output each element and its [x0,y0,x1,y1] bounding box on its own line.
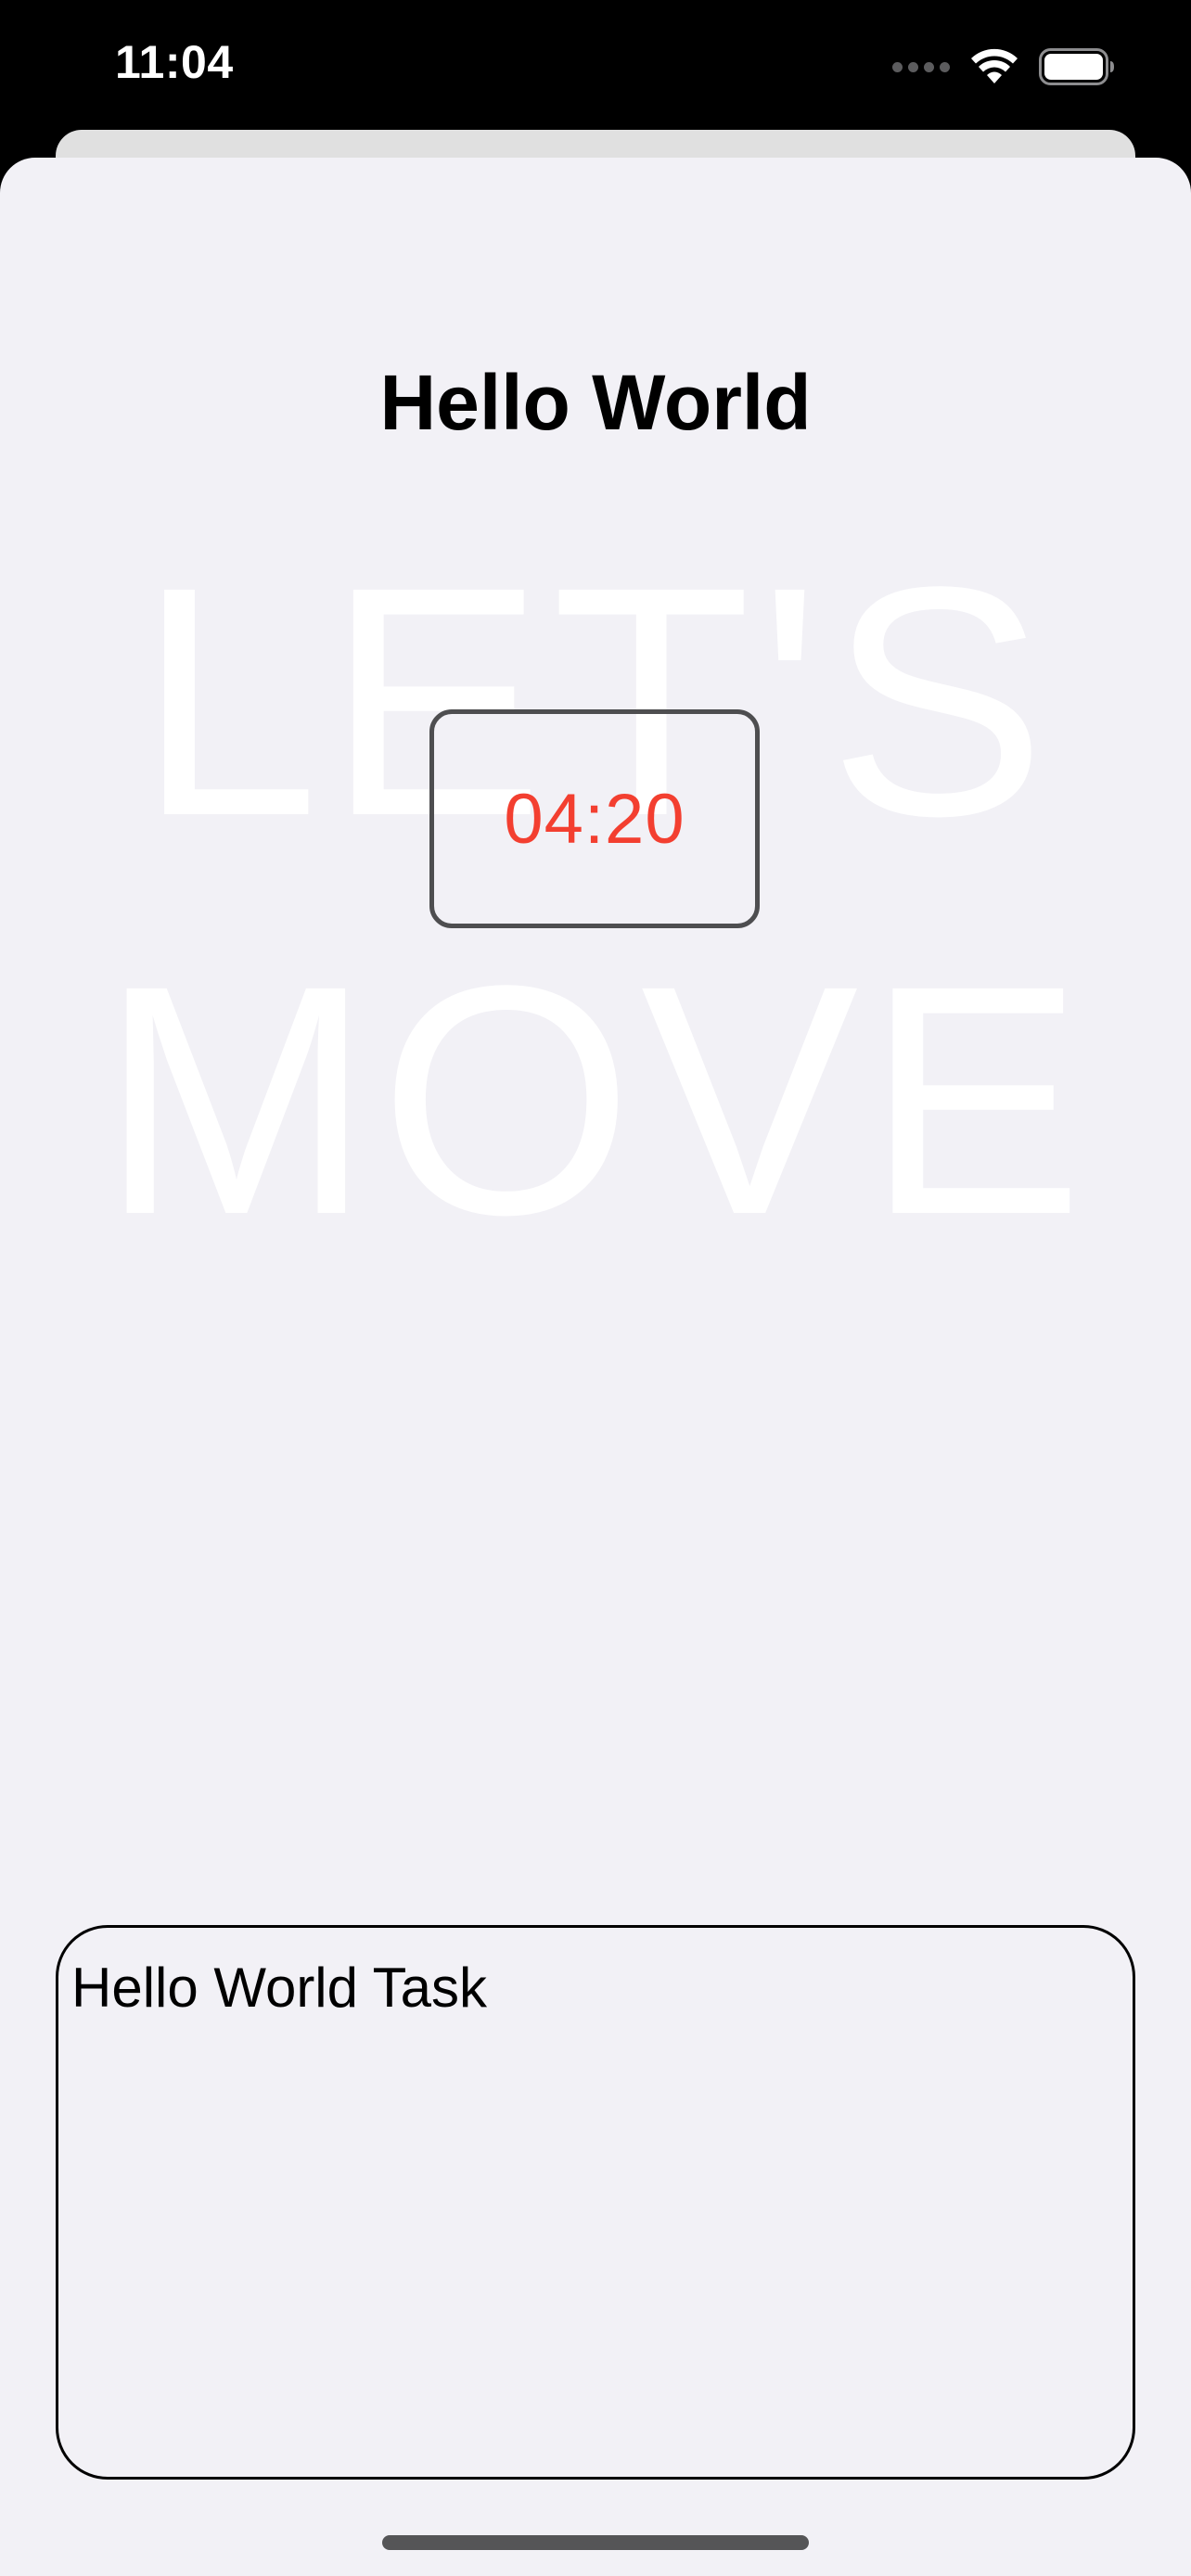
timer-text: 04:20 [504,779,685,859]
page-title: Hello World [379,359,812,446]
modal-sheet: Hello World LET'S MOVE 04:20 Hello World… [0,158,1191,2576]
status-icons [892,46,1115,87]
battery-icon [1039,48,1114,85]
background-text-move: MOVE [99,917,1092,1282]
task-card[interactable]: Hello World Task [56,1925,1135,2480]
signal-icon [892,61,950,72]
status-time: 11:04 [115,36,234,88]
home-indicator[interactable] [382,2535,809,2550]
status-bar: 11:04 [0,0,1191,148]
task-title: Hello World Task [71,1957,487,2019]
wifi-icon [971,48,1018,83]
timer-display[interactable]: 04:20 [429,709,760,928]
